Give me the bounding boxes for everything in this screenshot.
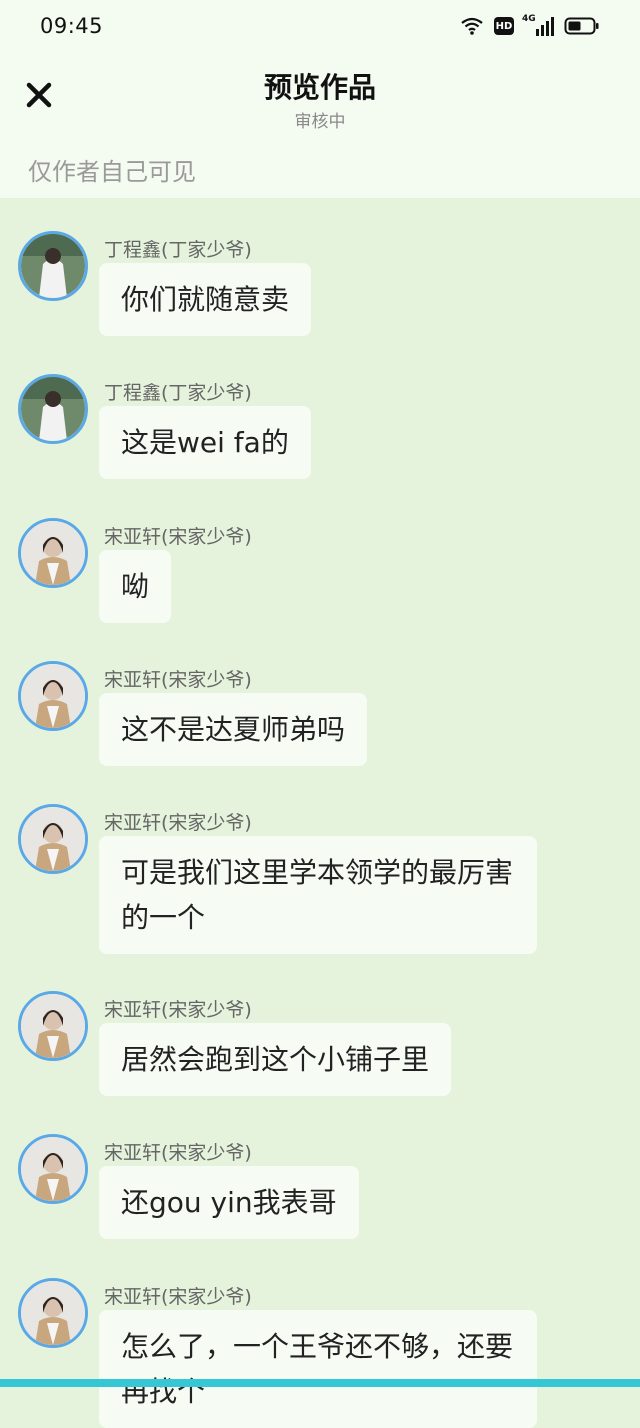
avatar[interactable]: [18, 1134, 88, 1204]
message-bubble[interactable]: 怎么了，一个王爷还不够，还要再找个: [99, 1310, 537, 1428]
avatar[interactable]: [18, 991, 88, 1061]
avatar[interactable]: [18, 518, 88, 588]
network-type-label: 4G: [522, 14, 536, 24]
sender-name: 丁程鑫(丁家少爷): [104, 239, 252, 261]
page-title: 预览作品: [263, 71, 376, 104]
message-bubble[interactable]: 这不是达夏师弟吗: [99, 693, 368, 766]
avatar[interactable]: [18, 804, 88, 874]
status-bar: 09:45 HD 4G: [0, 0, 640, 56]
status-time: 09:45: [40, 14, 104, 38]
message-bubble[interactable]: 还gou yin我表哥: [99, 1166, 359, 1239]
top-bar: 09:45 HD 4G 预览作品 审核中 仅作者自己可见: [0, 0, 640, 198]
wifi-icon: [461, 17, 483, 35]
sender-name: 宋亚轩(宋家少爷): [104, 669, 252, 691]
avatar-song-image: [21, 1281, 85, 1345]
status-icons: HD 4G: [460, 14, 600, 36]
sender-name: 宋亚轩(宋家少爷): [104, 812, 252, 834]
sender-name: 宋亚轩(宋家少爷): [104, 526, 252, 548]
avatar-song-image: [21, 994, 85, 1058]
message-bubble[interactable]: 可是我们这里学本领学的最厉害的一个: [99, 836, 537, 954]
sender-name: 宋亚轩(宋家少爷): [104, 1142, 252, 1164]
avatar-ding-image: [21, 377, 85, 441]
chat-list[interactable]: 丁程鑫(丁家少爷) 你们就随意卖 丁程鑫(丁家少爷) 这是wei fa的 宋亚轩…: [0, 198, 640, 1428]
bottom-accent-strip: [0, 1379, 640, 1387]
avatar[interactable]: [18, 1278, 88, 1348]
signal-icon: 4G: [522, 14, 554, 36]
avatar[interactable]: [18, 231, 88, 301]
review-status: 审核中: [294, 112, 346, 132]
sender-name: 宋亚轩(宋家少爷): [104, 999, 252, 1021]
avatar-song-image: [21, 807, 85, 871]
avatar-song-image: [21, 664, 85, 728]
avatar[interactable]: [18, 661, 88, 731]
message-bubble[interactable]: 居然会跑到这个小铺子里: [99, 1023, 452, 1096]
sender-name: 宋亚轩(宋家少爷): [104, 1286, 252, 1308]
hd-icon: HD: [494, 17, 514, 35]
sender-name: 丁程鑫(丁家少爷): [104, 382, 252, 404]
avatar[interactable]: [18, 374, 88, 444]
avatar-ding-image: [21, 234, 85, 298]
avatar-song-image: [21, 521, 85, 585]
avatar-song-image: [21, 1137, 85, 1201]
message-bubble[interactable]: 呦: [99, 550, 172, 623]
visibility-note: 仅作者自己可见: [28, 158, 196, 186]
message-bubble[interactable]: 这是wei fa的: [99, 406, 311, 479]
battery-icon: [564, 17, 599, 35]
message-bubble[interactable]: 你们就随意卖: [99, 263, 312, 336]
